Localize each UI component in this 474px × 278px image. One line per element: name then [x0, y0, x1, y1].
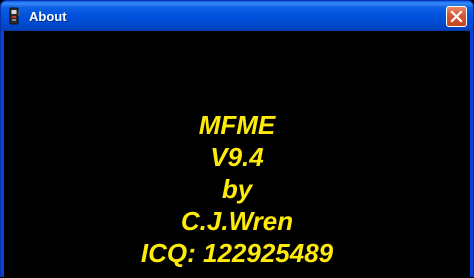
contact-icq: ICQ: 122925489 — [140, 238, 334, 268]
about-window: About MFME V9.4 by C.J.Wren ICQ: 1229254… — [0, 0, 474, 278]
by-label: by — [221, 174, 253, 204]
close-button[interactable] — [446, 6, 467, 27]
about-content: MFME V9.4 by C.J.Wren ICQ: 122925489 — [4, 31, 470, 278]
slot-machine-icon — [9, 7, 20, 25]
app-name: MFME — [198, 110, 276, 140]
author-name: C.J.Wren — [180, 206, 294, 236]
close-icon — [450, 10, 463, 23]
app-version: V9.4 — [210, 142, 264, 172]
about-text: MFME V9.4 by C.J.Wren ICQ: 122925489 — [4, 109, 470, 269]
window-title: About — [29, 9, 67, 24]
title-bar[interactable]: About — [1, 1, 473, 31]
